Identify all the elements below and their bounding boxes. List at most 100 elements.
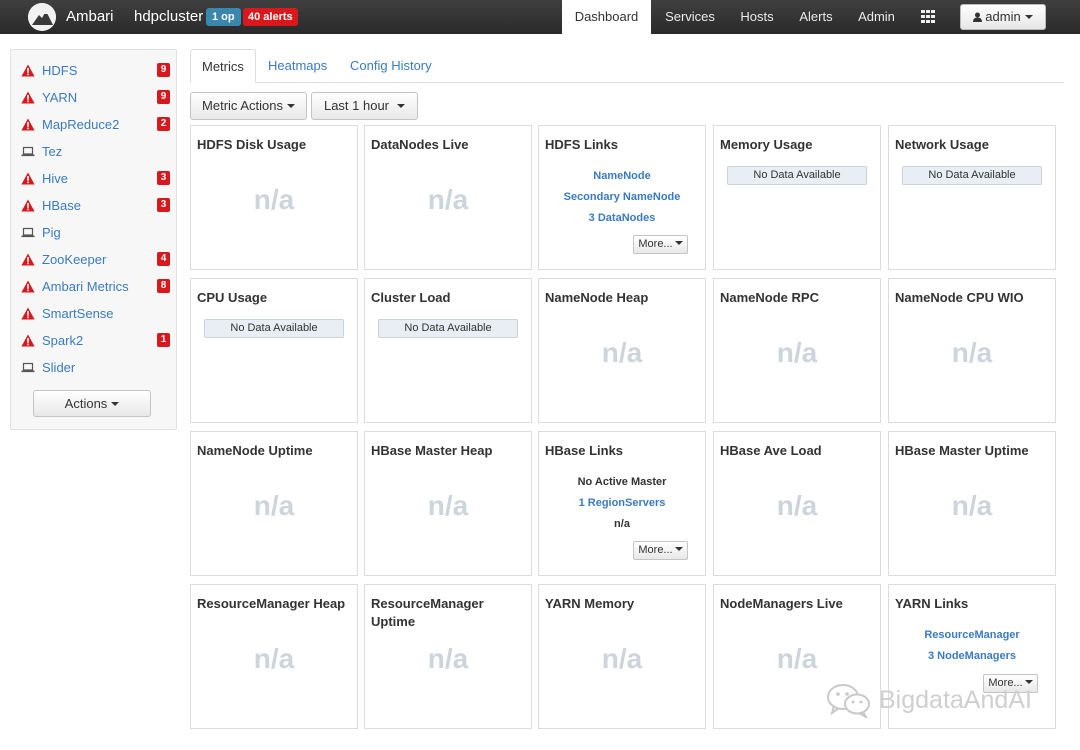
datanodes-link[interactable]: 3 DataNodes xyxy=(539,212,705,224)
chevron-down-icon xyxy=(1024,680,1033,684)
sidebar-item-label: SmartSense xyxy=(42,306,114,321)
alert-count-badge[interactable]: 9 xyxy=(157,63,170,77)
nav-services[interactable]: Services xyxy=(655,0,725,34)
chevron-down-icon xyxy=(286,104,295,108)
watermark-text: BigdataAndAI xyxy=(879,686,1032,714)
cluster-name[interactable]: hdpcluster xyxy=(134,8,203,25)
hbase-links-value: n/a xyxy=(614,518,630,530)
ambari-logo-icon[interactable] xyxy=(28,3,56,31)
widget-cpu-usage[interactable]: CPU Usage No Data Available xyxy=(190,278,358,423)
sidebar-item-mapreduce2[interactable]: MapReduce2 2 xyxy=(19,115,174,135)
metric-actions-button[interactable]: Metric Actions xyxy=(190,92,307,120)
resourcemanager-link[interactable]: ResourceManager xyxy=(889,629,1055,641)
nav-admin[interactable]: Admin xyxy=(849,0,904,34)
sidebar-item-slider[interactable]: Slider xyxy=(19,358,174,378)
tab-heatmaps[interactable]: Heatmaps xyxy=(257,49,338,83)
regionservers-link[interactable]: 1 RegionServers xyxy=(539,497,705,509)
widget-hdfs-links: HDFS Links NameNode Secondary NameNode 3… xyxy=(538,125,706,270)
widget-network-usage[interactable]: Network Usage No Data Available xyxy=(888,125,1056,270)
widget-title: DataNodes Live xyxy=(371,137,469,152)
chevron-down-icon xyxy=(674,547,683,551)
sidebar-item-hive[interactable]: Hive 3 xyxy=(19,169,174,189)
sidebar-item-smartsense[interactable]: SmartSense xyxy=(19,304,174,324)
widget-value: n/a xyxy=(427,643,469,674)
sidebar-item-label: Slider xyxy=(42,360,76,375)
widget-title: ResourceManager Uptime xyxy=(371,596,484,629)
laptop-icon xyxy=(21,145,35,158)
alert-icon xyxy=(21,253,35,266)
time-range-label: Last 1 hour xyxy=(323,98,390,113)
widget-title: NameNode RPC xyxy=(720,290,819,305)
alerts-badge[interactable]: 40 alerts xyxy=(243,8,298,26)
widget-title: HBase Master Heap xyxy=(371,443,493,458)
widget-namenode-rpc[interactable]: NameNode RPC n/a xyxy=(713,278,881,423)
widget-title: NameNode Uptime xyxy=(197,443,313,458)
alert-count-badge[interactable]: 3 xyxy=(157,198,170,212)
operations-badge[interactable]: 1 op xyxy=(206,8,241,26)
more-label: More... xyxy=(638,238,673,250)
widget-memory-usage[interactable]: Memory Usage No Data Available xyxy=(713,125,881,270)
alert-count-badge[interactable]: 1 xyxy=(157,333,170,347)
sidebar-item-ambari-metrics[interactable]: Ambari Metrics 8 xyxy=(19,277,174,297)
sidebar-item-yarn[interactable]: YARN 9 xyxy=(19,88,174,108)
widget-namenode-uptime[interactable]: NameNode Uptime n/a xyxy=(190,431,358,576)
alert-icon xyxy=(21,91,35,104)
alert-icon xyxy=(21,334,35,347)
widget-hbase-master-heap[interactable]: HBase Master Heap n/a xyxy=(364,431,532,576)
widget-title: CPU Usage xyxy=(197,290,268,305)
alert-count-badge[interactable]: 9 xyxy=(157,90,170,104)
time-range-button[interactable]: Last 1 hour xyxy=(311,92,418,120)
widget-namenode-heap[interactable]: NameNode Heap n/a xyxy=(538,278,706,423)
user-menu-button[interactable]: admin xyxy=(960,4,1046,30)
sidebar-item-label: YARN xyxy=(42,90,78,105)
widget-namenode-cpu-wio[interactable]: NameNode CPU WIO n/a xyxy=(888,278,1056,423)
more-button[interactable]: More... xyxy=(633,541,688,560)
alert-count-badge[interactable]: 8 xyxy=(157,279,170,293)
nodemanagers-link[interactable]: 3 NodeManagers xyxy=(889,650,1055,662)
widget-value: n/a xyxy=(776,490,818,521)
widget-hbase-master-uptime[interactable]: HBase Master Uptime n/a xyxy=(888,431,1056,576)
alert-icon xyxy=(21,199,35,212)
nav-dashboard[interactable]: Dashboard xyxy=(562,0,651,34)
sidebar-item-zookeeper[interactable]: ZooKeeper 4 xyxy=(19,250,174,270)
widget-hdfs-disk-usage[interactable]: HDFS Disk Usage n/a xyxy=(190,125,358,270)
tab-config-history[interactable]: Config History xyxy=(339,49,443,83)
brand-name[interactable]: Ambari xyxy=(66,8,114,25)
alert-count-badge[interactable]: 4 xyxy=(157,252,170,266)
no-data-label: No Data Available xyxy=(378,319,518,338)
widget-cluster-load[interactable]: Cluster Load No Data Available xyxy=(364,278,532,423)
widget-title: Network Usage xyxy=(895,137,989,152)
widget-resourcemanager-heap[interactable]: ResourceManager Heap n/a xyxy=(190,584,358,729)
widget-datanodes-live[interactable]: DataNodes Live n/a xyxy=(364,125,532,270)
widget-hbase-ave-load[interactable]: HBase Ave Load n/a xyxy=(713,431,881,576)
sidebar-item-hbase[interactable]: HBase 3 xyxy=(19,196,174,216)
metric-actions-label: Metric Actions xyxy=(202,98,283,113)
more-button[interactable]: More... xyxy=(633,235,688,254)
secondary-namenode-link[interactable]: Secondary NameNode xyxy=(539,191,705,203)
service-actions-button[interactable]: Actions xyxy=(33,390,151,417)
widget-value: n/a xyxy=(253,184,295,215)
services-sidebar: HDFS 9 YARN 9 MapReduce2 2 Tez Hive 3 HBase 3 Pig Zo… xyxy=(10,49,177,430)
sidebar-item-label: Spark2 xyxy=(42,333,84,348)
widget-title: NameNode CPU WIO xyxy=(895,290,1024,305)
top-navbar: Ambari hdpcluster 1 op 40 alerts Dashboa… xyxy=(0,0,1080,34)
sidebar-item-pig[interactable]: Pig xyxy=(19,223,174,243)
sidebar-item-tez[interactable]: Tez xyxy=(19,142,174,162)
chevron-down-icon xyxy=(674,241,683,245)
nav-alerts[interactable]: Alerts xyxy=(790,0,842,34)
active-master-status: No Active Master xyxy=(577,476,667,488)
widget-resourcemanager-uptime[interactable]: ResourceManager Uptime n/a xyxy=(364,584,532,729)
widget-yarn-memory[interactable]: YARN Memory n/a xyxy=(538,584,706,729)
alert-count-badge[interactable]: 2 xyxy=(157,117,170,131)
user-name: admin xyxy=(985,9,1021,24)
namenode-link[interactable]: NameNode xyxy=(539,170,705,182)
alert-count-badge[interactable]: 3 xyxy=(157,171,170,185)
tab-metrics[interactable]: Metrics xyxy=(190,49,256,83)
views-grid-icon[interactable] xyxy=(921,10,936,24)
sidebar-item-hdfs[interactable]: HDFS 9 xyxy=(19,61,174,81)
nav-hosts[interactable]: Hosts xyxy=(731,0,783,34)
sidebar-item-label: Pig xyxy=(42,225,61,240)
sidebar-item-spark2[interactable]: Spark2 1 xyxy=(19,331,174,351)
alert-icon xyxy=(21,64,35,77)
user-icon xyxy=(973,12,983,22)
